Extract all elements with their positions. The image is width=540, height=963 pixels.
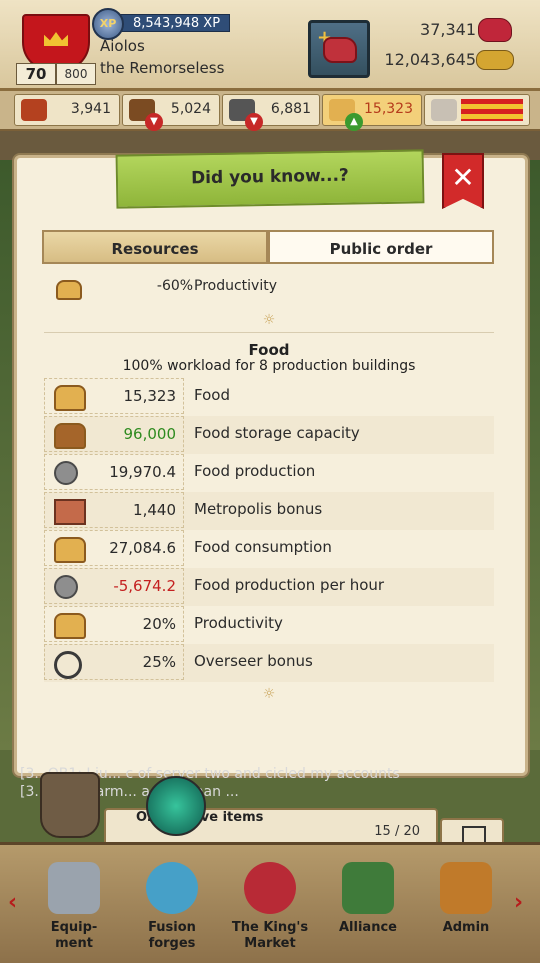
stat-label: Food production per hour [194, 576, 385, 594]
tab-resources[interactable]: Resources [42, 230, 268, 264]
nav-label: The King's Market [231, 920, 309, 951]
nav-fusion-forges[interactable]: Fusion forges [128, 862, 216, 958]
stat-label: Food consumption [194, 538, 332, 556]
cooperative-items-count: 15 / 20 [374, 824, 420, 839]
stat-row-food-consumption: 27,084.6 Food consumption [44, 530, 494, 568]
stat-value: 27,084.6 [109, 539, 176, 557]
admin-icon [440, 862, 492, 914]
crown-icon [44, 32, 68, 46]
market-icon [244, 862, 296, 914]
stat-value: 19,970.4 [109, 463, 176, 481]
food-increase-icon: ▲ [345, 113, 363, 131]
gold-icon [476, 50, 514, 70]
gold-count: 12,043,645 [384, 50, 476, 69]
stat-value: -5,674.2 [113, 577, 176, 595]
globe-button[interactable] [146, 776, 206, 836]
player-level-max: 800 [56, 63, 96, 85]
resource-wood[interactable]: ▼ 5,024 [122, 94, 220, 131]
xp-icon: XP [92, 8, 124, 40]
stat-label: Food storage capacity [194, 424, 360, 442]
fusion-forge-icon [146, 862, 198, 914]
buy-rubies-button[interactable]: + [308, 20, 370, 78]
public-order-indicator[interactable] [424, 94, 530, 126]
consumption-icon [54, 537, 86, 563]
resource-stone[interactable]: ▼ 6,881 [222, 94, 320, 131]
resource-value: 6,881 [270, 101, 311, 117]
dialog-title-banner: Did you know...? [115, 149, 425, 209]
wood-decrease-icon: ▼ [145, 113, 163, 131]
stat-row-productivity: 20% Productivity [44, 606, 494, 644]
nav-alliance[interactable]: Alliance [324, 862, 412, 958]
ruby-meat-icon [323, 37, 357, 63]
section-subtitle: 100% workload for 8 production buildings [122, 358, 416, 374]
nav-label: Admin [442, 920, 490, 935]
stat-value: 15,323 [123, 387, 177, 405]
stat-row-food-storage: 96,000 Food storage capacity [44, 416, 494, 454]
resource-value: 15,323 [364, 101, 413, 117]
public-order-flag-icon [461, 99, 523, 121]
section-title: Food [248, 341, 290, 359]
ornament-divider-icon: ☼ [262, 312, 276, 328]
stat-row-overseer-bonus: 25% Overseer bonus [44, 644, 494, 682]
resource-value: 5,024 [170, 101, 211, 117]
production-hour-icon [54, 575, 78, 599]
stat-value: 1,440 [133, 501, 176, 519]
player-title: the Remorseless [100, 59, 225, 77]
ruby-count: 37,341 [420, 20, 476, 39]
whip-icon [54, 651, 82, 679]
dialog-title: Did you know...? [190, 165, 350, 189]
bread-icon [54, 385, 86, 411]
section-divider [44, 332, 494, 333]
swords-icon [21, 99, 47, 121]
stat-label: Food [194, 386, 230, 404]
ornament-divider-icon: ☼ [262, 686, 276, 702]
tab-public-order[interactable]: Public order [268, 230, 494, 264]
player-name: Aiolos [100, 37, 145, 55]
stat-label: Productivity [194, 614, 283, 632]
gear-bread-icon [54, 461, 78, 485]
productivity-icon [54, 613, 86, 639]
alliance-shield-button[interactable] [40, 772, 100, 838]
nav-equipment[interactable]: Equip- ment [30, 862, 118, 958]
storage-icon [54, 423, 86, 449]
alliance-icon [342, 862, 394, 914]
productivity-icon [56, 280, 82, 300]
row-label: Productivity [194, 278, 277, 294]
stat-row-food: 15,323 Food [44, 378, 494, 416]
nav-kings-market[interactable]: The King's Market [226, 862, 314, 958]
resource-value: 3,941 [70, 101, 111, 117]
nav-right-arrow-icon[interactable]: › [514, 890, 523, 915]
stat-label: Metropolis bonus [194, 500, 323, 518]
stone-decrease-icon: ▼ [245, 113, 263, 131]
stat-value: 20% [142, 615, 176, 633]
stat-row-metropolis-bonus: 1,440 Metropolis bonus [44, 492, 494, 530]
player-level: 70 [16, 63, 56, 85]
nav-label: Fusion forges [148, 920, 196, 951]
stat-row-food-production-per-hour: -5,674.2 Food production per hour [44, 568, 494, 606]
stat-label: Overseer bonus [194, 652, 313, 670]
partial-row-productivity: -60% Productivity [44, 274, 494, 300]
resource-units[interactable]: 3,941 [14, 94, 120, 126]
close-icon: ✕ [451, 161, 475, 194]
equipment-icon [48, 862, 100, 914]
stat-value: 25% [142, 653, 176, 671]
citizen-icon [431, 99, 457, 121]
resource-food[interactable]: ▲ 15,323 [322, 94, 422, 131]
xp-bar: 8,543,948 XP [110, 14, 230, 32]
stat-value: 96,000 [123, 425, 177, 443]
ruby-icon [478, 18, 512, 42]
nav-admin[interactable]: Admin [422, 862, 510, 958]
nav-label: Alliance [339, 920, 397, 935]
metropolis-icon [54, 499, 86, 525]
stat-row-food-production: 19,970.4 Food production [44, 454, 494, 492]
nav-left-arrow-icon[interactable]: ‹ [8, 890, 17, 915]
nav-label: Equip- ment [50, 920, 98, 951]
stat-label: Food production [194, 462, 316, 480]
